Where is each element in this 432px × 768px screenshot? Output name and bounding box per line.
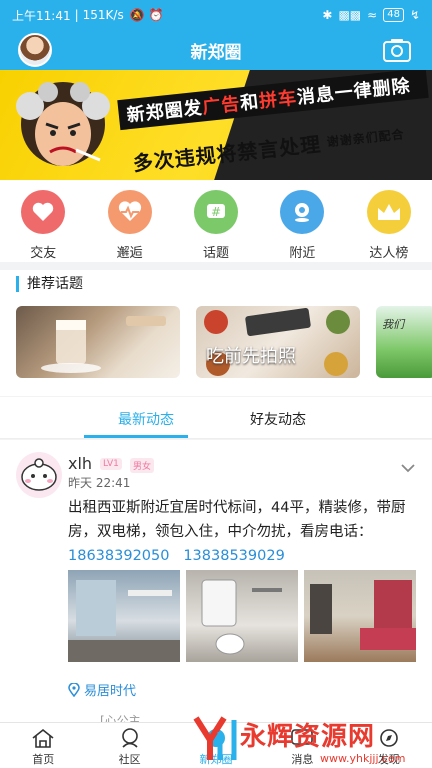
topic-thumb-caption: 吃前先拍照 xyxy=(206,346,296,367)
category-ranking[interactable]: 达人榜 xyxy=(346,180,432,262)
gender-badge: 男女 xyxy=(130,458,155,473)
banner-text-a: 新郑圈发 xyxy=(125,97,204,127)
svg-text:#: # xyxy=(211,205,221,219)
category-label: 话题 xyxy=(203,246,230,261)
location-pin-icon xyxy=(68,682,80,697)
topic-thumb-coffee[interactable] xyxy=(16,306,180,378)
tab-indicator xyxy=(84,435,188,438)
app-header: 新郑圈 xyxy=(0,30,432,70)
phone-link-2[interactable]: 13838539029 xyxy=(183,548,284,564)
topic-thumb-food-photo[interactable]: 吃前先拍照 xyxy=(196,306,360,378)
watermark-url: www.yhkjjj.com xyxy=(320,752,406,765)
community-icon xyxy=(121,728,138,748)
post-text: 出租西亚斯附近宜居时代标间，44平，精装修，带厨房，双电梯，领包入住，中介勿扰，… xyxy=(68,500,406,540)
level-badge: LV1 xyxy=(100,458,122,470)
pulse-icon xyxy=(107,190,152,234)
location-icon xyxy=(280,190,325,234)
category-label: 邂逅 xyxy=(116,246,143,261)
category-label: 附近 xyxy=(289,246,316,261)
nav-label: 社区 xyxy=(118,753,141,766)
angry-face-illustration xyxy=(8,76,118,176)
user-avatar[interactable] xyxy=(18,33,52,67)
wifi-icon: ≈ xyxy=(367,8,378,22)
status-time: 上午11:41 xyxy=(12,8,71,23)
home-icon xyxy=(32,728,54,748)
post-username[interactable]: xlh xyxy=(68,454,92,473)
post-time: 昨天 22:41 xyxy=(68,476,131,490)
bluetooth-icon: ✱ xyxy=(322,8,333,22)
watermark-brand: 永辉资源网 xyxy=(240,722,376,752)
nav-label: 首页 xyxy=(32,753,55,766)
category-label: 交友 xyxy=(30,246,57,261)
nav-community[interactable]: 社区 xyxy=(86,723,172,768)
category-topic[interactable]: # 话题 xyxy=(173,180,259,262)
status-speed: 151K/s xyxy=(82,8,124,22)
topic-thumb-caption-partial: 我们 xyxy=(382,318,404,331)
post-content: 出租西亚斯附近宜居时代标间，44平，精装修，带厨房，双电梯，领包入住，中介勿扰，… xyxy=(68,496,416,568)
signal-icon: ▩▩ xyxy=(338,8,362,22)
banner-text-carpool: 拼车 xyxy=(258,87,299,113)
post-photo-2[interactable] xyxy=(186,570,298,662)
feed-post[interactable]: xlh LV1 男女 昨天 22:41 出租西亚斯附近宜居时代标间，44平，精装… xyxy=(0,440,432,722)
category-nearby[interactable]: 附近 xyxy=(259,180,345,262)
topic-thumb-city[interactable]: 我们 xyxy=(376,306,432,378)
charging-icon: ↯ xyxy=(409,8,420,22)
category-dating[interactable]: 交友 xyxy=(0,180,86,262)
crown-icon xyxy=(366,190,411,234)
watermark: 永辉资源网 www.yhkjjj.com xyxy=(190,712,430,768)
post-avatar[interactable] xyxy=(16,452,62,498)
battery-indicator: 48 xyxy=(383,8,404,22)
page-title: 新郑圈 xyxy=(190,42,242,63)
feed-tabs: 最新动态 好友动态 xyxy=(0,397,432,439)
category-encounter[interactable]: 邂逅 xyxy=(86,180,172,262)
post-photo-3[interactable] xyxy=(304,570,416,662)
category-row: 交友 邂逅 # 话题 附近 达人榜 xyxy=(0,180,432,262)
nav-home[interactable]: 首页 xyxy=(0,723,86,768)
mute-icon: 🔕 xyxy=(129,8,145,22)
category-label: 达人榜 xyxy=(369,246,409,261)
banner-text-thanks: 谢谢亲们配合 xyxy=(326,126,406,149)
watermark-logo xyxy=(193,716,237,760)
chevron-down-icon[interactable] xyxy=(400,458,416,473)
announcement-banner[interactable]: 新郑圈发 广告 和 拼车 消息一律删除 多次违规将禁言处理 谢谢亲们配合 xyxy=(0,70,432,180)
heart-icon xyxy=(21,190,66,234)
section-heading: 推荐话题 xyxy=(16,276,83,292)
tab-latest[interactable]: 最新动态 xyxy=(118,409,174,429)
phone-link-1[interactable]: 18638392050 xyxy=(68,548,169,564)
alarm-icon: ⏰ xyxy=(148,8,164,22)
hashtag-icon: # xyxy=(194,190,239,234)
location-label: 易居时代 xyxy=(84,684,137,699)
camera-icon[interactable] xyxy=(382,37,412,63)
tab-friends[interactable]: 好友动态 xyxy=(250,409,306,429)
status-divider: | xyxy=(74,8,79,22)
post-location[interactable]: 易居时代 xyxy=(68,680,136,699)
post-photo-1[interactable] xyxy=(68,570,180,662)
recommended-topics: 推荐话题 吃前先拍照 我们 xyxy=(0,270,432,396)
banner-text-ad: 广告 xyxy=(201,93,242,119)
status-bar: 上午11:41 | 151K/s 🔕 ⏰ ✱ ▩▩ ≈ 48 ↯ xyxy=(0,0,432,30)
